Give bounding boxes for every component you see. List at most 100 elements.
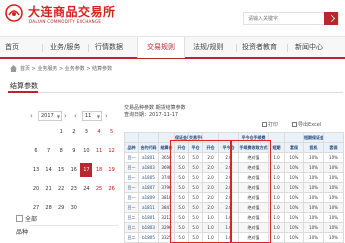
table-column-header: 品种 (124, 142, 139, 153)
calendar-day[interactable]: 16 (68, 163, 80, 177)
calendar-day[interactable]: 3 (80, 125, 92, 139)
calendar-day[interactable]: 1 (55, 125, 67, 139)
logo-chinese-name: 大连商品交易所 (28, 5, 116, 19)
calendar-day[interactable]: 29 (55, 201, 67, 215)
variety-cell: 豆二 (124, 212, 139, 223)
calendar-day[interactable]: 30 (68, 201, 80, 215)
nav-divider (42, 44, 43, 52)
calendar-day[interactable]: 17 (80, 163, 93, 177)
search-box (243, 12, 339, 25)
prev-year-icon[interactable]: ‹ (30, 112, 36, 120)
nav-item-market-data[interactable]: 行情数据 (95, 37, 123, 58)
option-variety[interactable]: 品种 (16, 227, 28, 236)
calendar-divider (30, 225, 118, 226)
table-column-header: 投机 (303, 142, 324, 153)
table-group-header: 短期保证金(%) (303, 132, 324, 143)
table-group-header (124, 132, 139, 143)
variety-cell: 豆二 (124, 232, 139, 243)
nav-item-regulations[interactable]: 法规/规则 (193, 37, 223, 58)
variety-cell: 豆一 (124, 172, 139, 183)
calendar-day (80, 201, 92, 215)
year-select[interactable]: 2017 ▼ (38, 111, 62, 121)
table-cell: 10% (284, 182, 304, 193)
calendar-day[interactable]: 5 (106, 125, 118, 139)
option-all[interactable]: 全部 (16, 214, 37, 223)
calendar-week: 12345 (30, 125, 118, 139)
next-year-icon[interactable]: › (64, 112, 70, 120)
calendar-day[interactable]: 8 (55, 144, 67, 158)
calendar-day[interactable]: 19 (106, 163, 118, 177)
variety-cell: 豆二 (124, 222, 139, 233)
variety-cell: 豆一 (124, 152, 139, 163)
calendar-day[interactable]: 24 (80, 182, 92, 196)
calendar-day[interactable]: 4 (93, 125, 105, 139)
month-select[interactable]: 11 ▼ (82, 111, 102, 121)
logo-english-name: DALIAN COMMODITY EXCHANGE (29, 19, 102, 24)
table-column-header: 套保 (284, 142, 304, 153)
contract-code-cell: b1803 (138, 222, 159, 233)
table-cell: 10% (303, 222, 324, 233)
contract-code-cell: a1807 (138, 182, 159, 193)
export-excel-button[interactable]: 导出Excel (292, 121, 321, 128)
search-input[interactable] (248, 13, 308, 24)
table-cell: 10% (323, 162, 344, 173)
calendar-day[interactable]: 13 (30, 163, 42, 177)
calendar-week: 13 14 15 16 17 18 19 (30, 163, 118, 177)
table-cell: 10% (303, 192, 324, 203)
calendar-day[interactable]: 26 (106, 182, 118, 196)
table-column-header: 套保 (323, 142, 344, 153)
print-button[interactable]: 打印 (262, 121, 278, 128)
calendar-day[interactable]: 12 (106, 144, 118, 158)
prev-month-icon[interactable]: ‹ (74, 112, 80, 120)
checkbox-icon[interactable] (16, 215, 23, 222)
calendar-week: 27 28 29 30 (30, 201, 118, 215)
calendar-day[interactable]: 27 (30, 201, 42, 215)
calendar-day[interactable]: 23 (68, 182, 80, 196)
nav-item-home[interactable]: 首页 (5, 37, 19, 58)
table-cell: 10% (303, 202, 324, 213)
calendar-week: 20 21 22 23 24 25 26 (30, 182, 118, 196)
contract-code-cell: b1805 (138, 232, 159, 243)
calendar-day[interactable]: 10 (80, 144, 92, 158)
search-button[interactable] (324, 12, 338, 25)
nav-item-trading-rules[interactable]: 交易规则 (137, 37, 185, 58)
table-cell: 10% (323, 182, 344, 193)
contract-code-cell: a1809 (138, 192, 159, 203)
calendar-day[interactable]: 14 (43, 163, 55, 177)
nav-divider (88, 44, 89, 52)
info-query-date: 查询日期：2017-11-17 (124, 112, 179, 118)
nav-item-services[interactable]: 业务/服务 (50, 37, 80, 58)
calendar-day (30, 125, 42, 139)
breadcrumb: 首页 > 业务服务 > 业务参数 > 结算参数 (8, 63, 343, 75)
table-cell: 10% (323, 232, 344, 243)
calendar-day[interactable]: 28 (43, 201, 55, 215)
calendar-day[interactable]: 11 (93, 144, 105, 158)
calendar-day[interactable]: 2 (68, 125, 80, 139)
variety-cell: 豆一 (124, 182, 139, 193)
calendar-day[interactable]: 21 (43, 182, 55, 196)
section-divider (8, 92, 343, 93)
site-header: 大连商品交易所 DALIAN COMMODITY EXCHANGE (0, 0, 345, 36)
table-cell: 10% (323, 212, 344, 223)
variety-cell: 豆一 (124, 162, 139, 173)
table-group-header (323, 132, 344, 143)
table-cell: 10% (284, 172, 304, 183)
calendar-day[interactable]: 7 (43, 144, 55, 158)
calendar-day[interactable]: 9 (68, 144, 80, 158)
calendar-day[interactable]: 6 (30, 144, 42, 158)
calendar-day[interactable]: 20 (30, 182, 42, 196)
table-cell: 10% (303, 212, 324, 223)
calendar-day[interactable]: 25 (93, 182, 105, 196)
calendar-day[interactable]: 18 (93, 163, 105, 177)
calendar-day[interactable]: 22 (55, 182, 67, 196)
main-nav: 首页 业务/服务 行情数据 交易规则 法规/规则 投资者教育 新闻中心 (0, 36, 345, 59)
breadcrumb-path[interactable]: 首页 > 业务服务 > 业务参数 > 结算参数 (20, 63, 112, 75)
contract-code-cell: a1811 (138, 202, 159, 213)
calendar-day[interactable]: 15 (55, 163, 67, 177)
table-cell: 10% (323, 222, 344, 233)
table-cell: 10% (303, 162, 324, 173)
table-toolbar: 打印 导出Excel (262, 121, 342, 131)
nav-item-investor-education[interactable]: 投资者教育 (242, 37, 277, 58)
nav-item-news-center[interactable]: 新闻中心 (295, 37, 323, 58)
next-month-icon[interactable]: › (105, 112, 111, 120)
